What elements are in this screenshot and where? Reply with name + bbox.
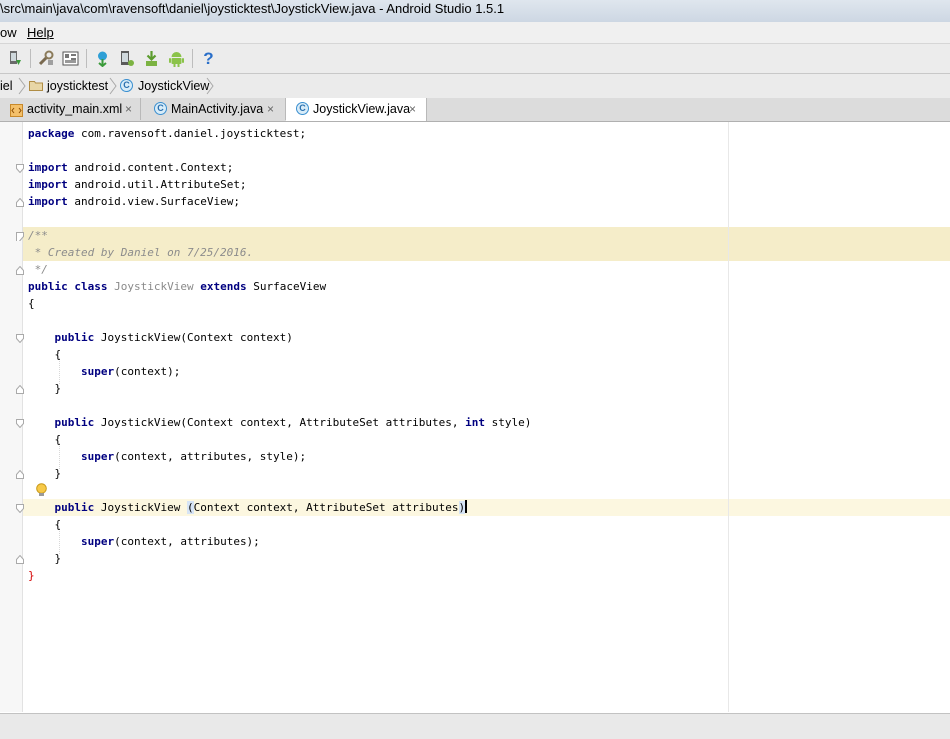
fold-marker-icon[interactable]	[16, 470, 24, 479]
tab-activity-main-xml[interactable]: activity_main.xml ×	[0, 98, 141, 120]
chevron-right-icon	[18, 77, 26, 95]
tab-label: MainActivity.java	[171, 102, 264, 116]
android-icon[interactable]	[168, 50, 185, 67]
editor-tabs: activity_main.xml × C MainActivity.java …	[0, 98, 950, 122]
doc-comment-close: */	[28, 263, 48, 276]
toolbar-separator	[30, 49, 31, 68]
breadcrumb: iel joysticktest C JoystickView	[0, 74, 950, 99]
code-line-class-decl: public class JoystickView extends Surfac…	[28, 280, 327, 293]
tab-label: JoystickView.java	[313, 102, 411, 116]
toolbar-separator	[86, 49, 87, 68]
code-line-super2: super(context, attributes, style);	[80, 450, 307, 463]
matched-paren: (	[186, 501, 194, 514]
fold-marker-icon[interactable]	[16, 198, 24, 207]
code-line-import: import android.view.SurfaceView;	[28, 195, 240, 208]
menu-bar: ow Help	[0, 22, 950, 44]
right-margin-guide	[728, 122, 729, 712]
editor-gutter[interactable]	[0, 122, 23, 712]
keyword-package: package	[28, 127, 75, 140]
matched-paren: )	[458, 501, 466, 514]
code-line-import: import android.util.AttributeSet;	[28, 178, 247, 191]
fold-marker-icon[interactable]	[16, 164, 24, 173]
status-bar	[0, 713, 950, 739]
fold-marker-icon[interactable]	[16, 385, 24, 394]
tab-label: activity_main.xml	[27, 102, 123, 116]
code-line-ctor3: public JoystickView (Context context, At…	[54, 500, 468, 514]
sdk-manager-icon[interactable]	[7, 50, 24, 67]
window-titlebar[interactable]: \src\main\java\com\ravensoft\daniel\joys…	[0, 0, 950, 23]
xml-file-icon	[10, 102, 23, 117]
fold-marker-icon[interactable]	[16, 504, 24, 513]
project-structure-icon[interactable]	[38, 50, 55, 67]
class-icon: C	[120, 79, 133, 92]
tab-main-activity-java[interactable]: C MainActivity.java ×	[141, 98, 286, 120]
help-icon[interactable]: ?	[200, 50, 217, 67]
tab-joystick-view-java[interactable]: C JoystickView.java ×	[286, 98, 427, 121]
doc-comment-body: * Created by Daniel on 7/25/2016.	[28, 246, 254, 259]
avd-manager-icon[interactable]	[118, 50, 135, 67]
chevron-right-icon	[109, 77, 117, 95]
chevron-right-icon	[206, 77, 214, 95]
breadcrumb-item-class[interactable]: JoystickView	[138, 79, 209, 93]
close-icon[interactable]: ×	[267, 98, 274, 120]
folder-icon	[29, 80, 43, 91]
fold-marker-icon[interactable]	[16, 232, 24, 241]
code-line-package: package com.ravensoft.daniel.joysticktes…	[28, 127, 307, 140]
code-line-ctor2: public JoystickView(Context context, Att…	[54, 416, 532, 429]
fold-marker-icon[interactable]	[16, 334, 24, 343]
class-name: JoystickView	[114, 280, 194, 293]
class-icon: C	[296, 102, 309, 115]
code-line-super3: super(context, attributes);	[80, 535, 260, 548]
layout-icon[interactable]	[62, 50, 79, 67]
text-caret	[465, 500, 468, 513]
source-code[interactable]: package com.ravensoft.daniel.joysticktes…	[28, 125, 531, 584]
fold-marker-icon[interactable]	[16, 419, 24, 428]
menu-window[interactable]: ow	[0, 25, 17, 40]
toolbar-separator	[192, 49, 193, 68]
fold-marker-icon[interactable]	[16, 555, 24, 564]
download-icon[interactable]	[143, 50, 160, 67]
close-icon[interactable]: ×	[409, 98, 416, 120]
fold-marker-icon[interactable]	[16, 266, 24, 275]
code-line-ctor1: public JoystickView(Context context)	[54, 331, 293, 344]
breadcrumb-item-module[interactable]: iel	[0, 79, 13, 93]
class-close-brace: }	[28, 569, 35, 582]
code-line-super1: super(context);	[80, 365, 181, 378]
doc-comment-open: /**	[28, 229, 48, 242]
main-toolbar: ?	[0, 44, 950, 74]
class-icon: C	[154, 102, 167, 115]
close-icon[interactable]: ×	[125, 98, 132, 120]
sync-gradle-icon[interactable]	[94, 50, 111, 67]
window-title: \src\main\java\com\ravensoft\daniel\joys…	[0, 1, 505, 16]
menu-help[interactable]: Help	[27, 25, 54, 40]
code-line-import: import android.content.Context;	[28, 161, 234, 174]
breadcrumb-item-package[interactable]: joysticktest	[47, 79, 108, 93]
